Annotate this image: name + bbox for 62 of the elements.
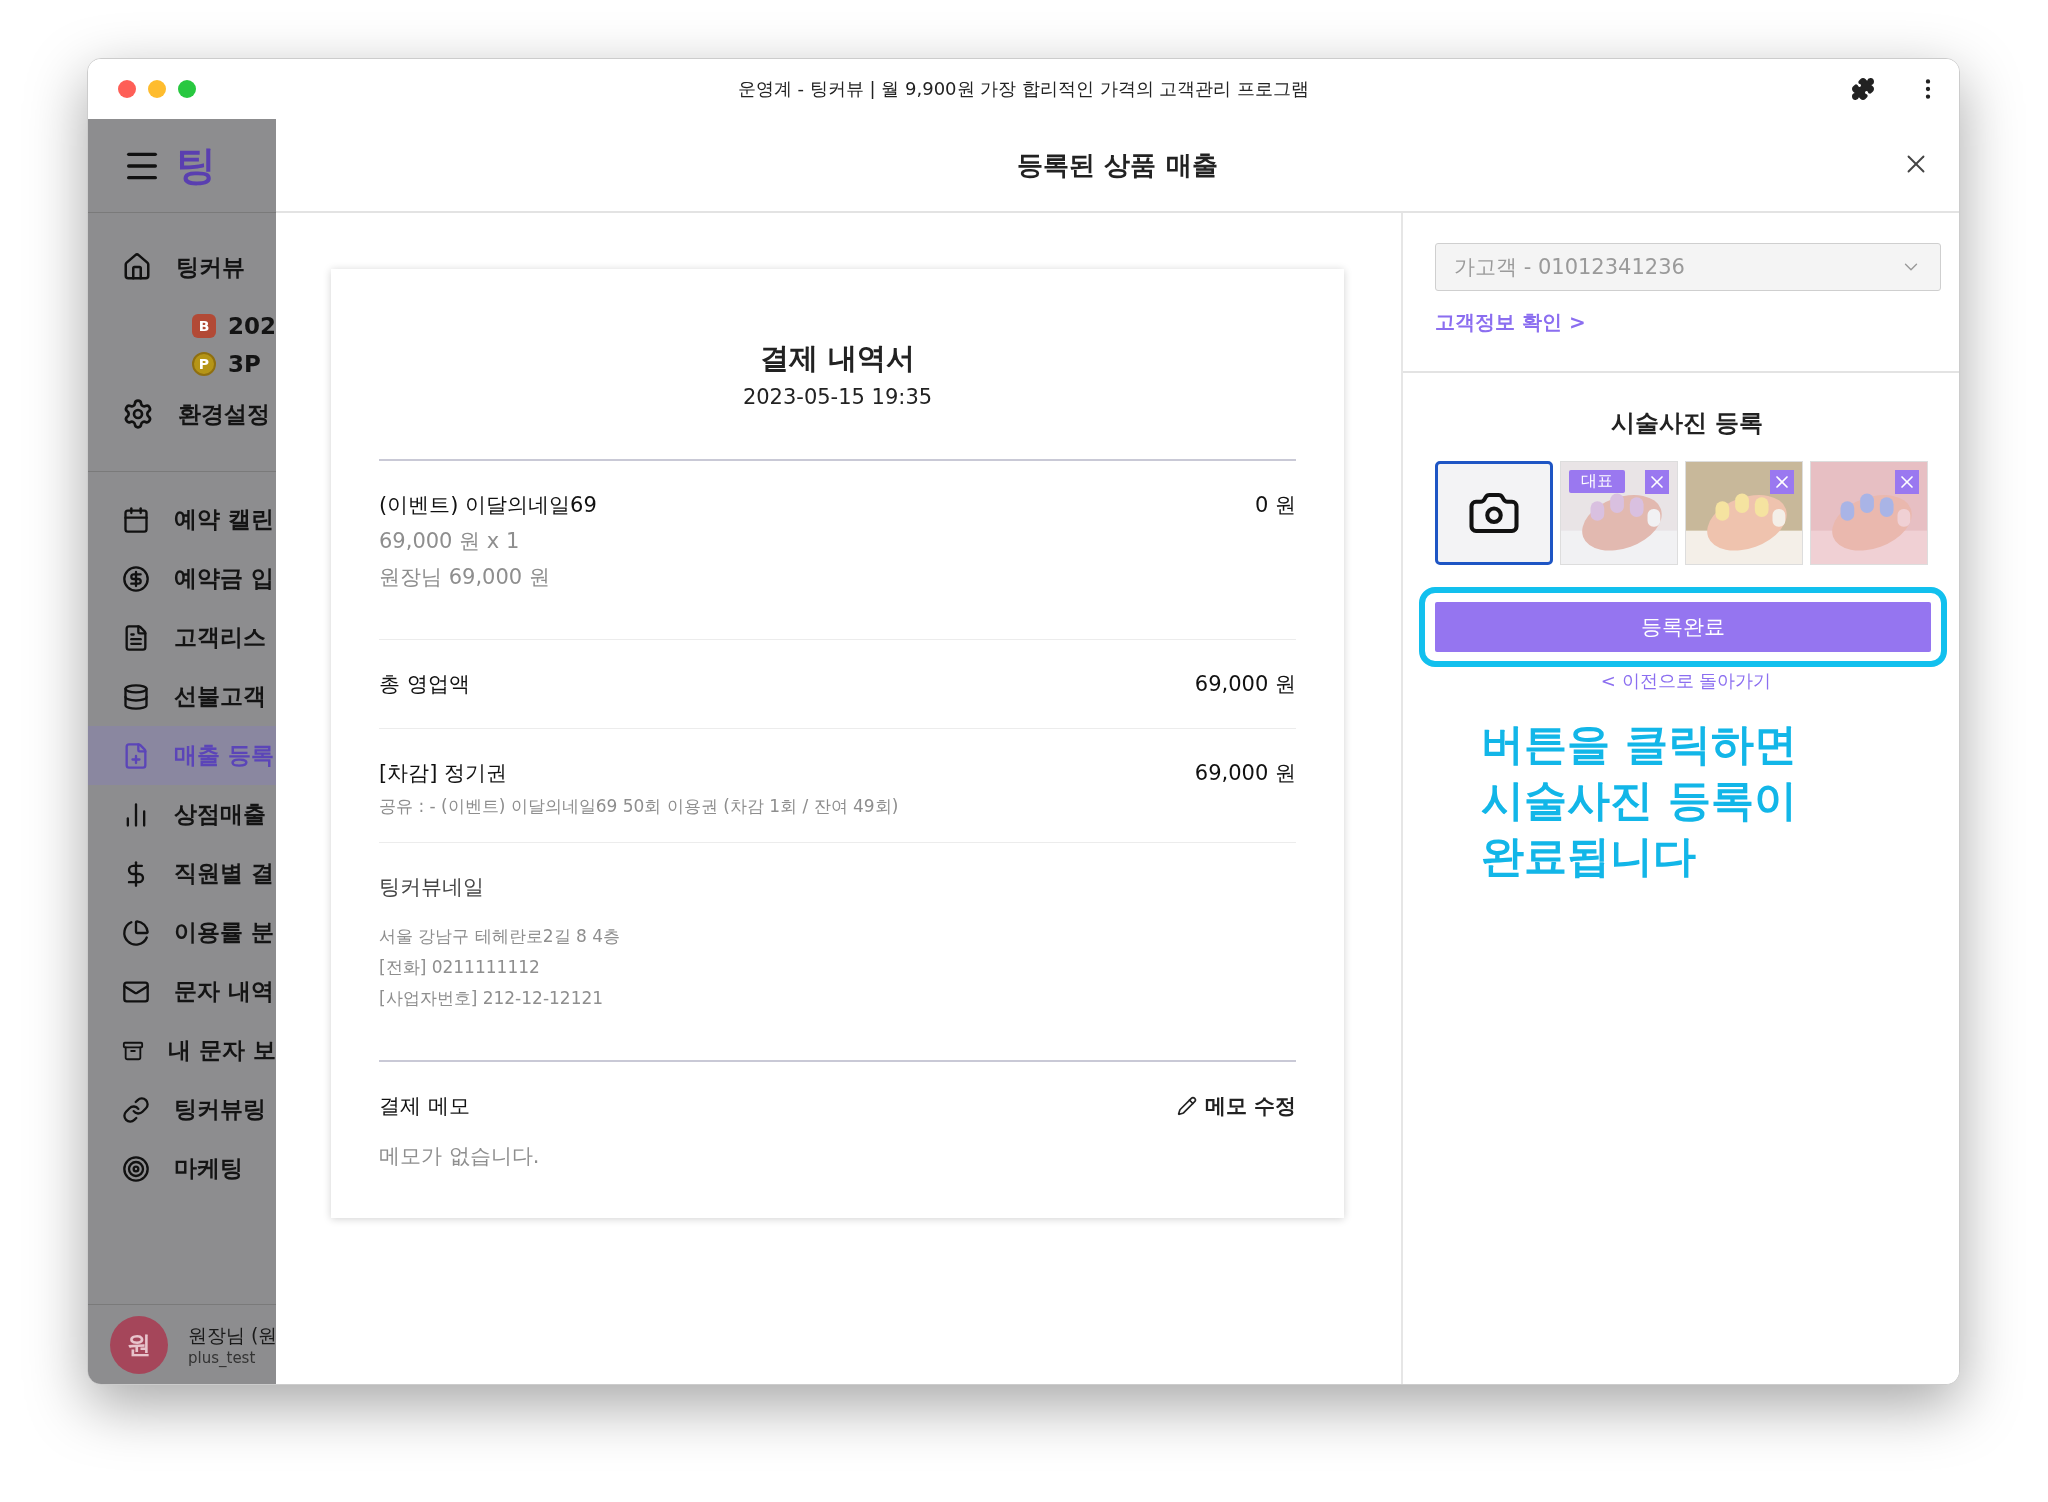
menu-item-icon: [122, 918, 150, 947]
grade-badge: B: [192, 314, 216, 338]
menu-item-icon: [122, 505, 150, 534]
delete-photo-button[interactable]: [1645, 470, 1669, 494]
item-name: (이벤트) 이달의네일69: [379, 492, 597, 519]
item-detail: 원장님 69,000 원: [379, 564, 551, 591]
pencil-icon: [1176, 1096, 1197, 1116]
annotation-text: 버튼을 클릭하면 시술사진 등록이 완료됩니다: [1481, 718, 1798, 883]
badge-text: 202: [228, 313, 276, 339]
modal-title: 등록된 상품 매출: [1017, 148, 1218, 182]
user-name: 원장님 (원: [188, 1322, 276, 1348]
menu-item-icon: [122, 564, 150, 593]
badge-text: 3P: [228, 351, 261, 377]
close-window-button[interactable]: [118, 80, 136, 98]
sidebar-item[interactable]: 팅커뷰링: [88, 1080, 276, 1139]
sidebar-item[interactable]: 마케팅: [88, 1139, 276, 1198]
submit-button[interactable]: 등록완료: [1435, 602, 1931, 652]
add-photo-button[interactable]: [1435, 461, 1553, 565]
menu-item-icon: [122, 1154, 150, 1183]
sidebar-item[interactable]: 선불고객: [88, 667, 276, 726]
puzzle-icon[interactable]: [1851, 77, 1875, 101]
memo-text: 메모가 없습니다.: [379, 1143, 541, 1170]
sidebar-item[interactable]: 문자 내역: [88, 962, 276, 1021]
sidebar-item[interactable]: 고객리스: [88, 608, 276, 667]
shop-info: 서울 강남구 테헤란로2길 8 4층: [379, 925, 622, 948]
user-id: plus_test: [188, 1348, 257, 1367]
sidebar-item[interactable]: 예약금 입: [88, 549, 276, 608]
main-photo-tag: 대표: [1569, 470, 1625, 493]
sidebar-item[interactable]: 직원별 결: [88, 844, 276, 903]
menu-item-icon: [122, 1095, 150, 1124]
item-amount: 0 원: [1254, 492, 1296, 519]
deduction-note: 공유 : - (이벤트) 이달의네일69 50회 이용권 (차감 1회 / 잔여 49회): [379, 795, 900, 818]
shop-info: [전화] 0211111112: [379, 956, 541, 979]
item-detail: 69,000 원 x 1: [379, 528, 521, 555]
logo: 팅: [176, 141, 216, 190]
point-coin: P: [192, 352, 216, 376]
deduction-amount: 69,000 원: [1194, 760, 1296, 787]
memo-label: 결제 메모: [379, 1093, 470, 1120]
sidebar-item[interactable]: 상점매출: [88, 785, 276, 844]
sidebar-item[interactable]: 이용률 분: [88, 903, 276, 962]
deduction-label: [차감] 정기권: [379, 760, 508, 787]
shop-info: [사업자번호] 212-12-12121: [379, 987, 605, 1010]
delete-photo-button[interactable]: [1770, 470, 1794, 494]
window-title: 운영계 - 팅커뷰 | 월 9,900원 가장 합리적인 가격의 고객관리 프로그램: [736, 77, 1311, 101]
delete-photo-button[interactable]: [1895, 470, 1919, 494]
receipt-date: 2023-05-15 19:35: [741, 385, 934, 409]
settings-link[interactable]: 환경설정: [178, 398, 270, 430]
receipt-title: 결제 내역서: [758, 340, 917, 377]
sidebar-item[interactable]: 예약 캘린: [88, 490, 276, 549]
menu-item-icon: [122, 682, 150, 711]
total-label: 총 영업액: [379, 671, 470, 698]
back-link[interactable]: < 이전으로 돌아가기: [1600, 669, 1772, 693]
settings-icon[interactable]: [122, 398, 154, 430]
sidebar-item[interactable]: 내 문자 보: [88, 1021, 276, 1080]
customer-info-link[interactable]: 고객정보 확인 >: [1435, 309, 1586, 336]
shop-name: 팅커뷰네일: [379, 874, 485, 901]
home-icon[interactable]: [122, 252, 152, 282]
avatar: 원: [110, 1315, 168, 1374]
edit-memo-link[interactable]: 메모 수정: [1176, 1092, 1296, 1120]
photos-title: 시술사진 등록: [1609, 408, 1765, 439]
total-amount: 69,000 원: [1194, 671, 1296, 698]
shop-name: 팅커뷰: [176, 252, 245, 282]
